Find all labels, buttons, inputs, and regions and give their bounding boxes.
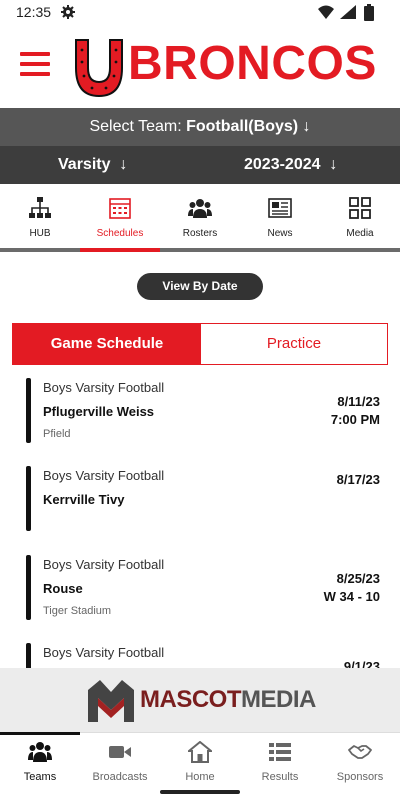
sponsor-name: MASCOTMEDIA — [140, 686, 316, 713]
bottom-tab-label: Home — [185, 771, 215, 783]
tab-label: HUB — [29, 228, 51, 239]
handshake-icon — [348, 745, 372, 759]
schedule-list[interactable]: Boys Varsity Football Pflugerville Weiss… — [0, 372, 400, 668]
level-select[interactable]: Varsity ↓ — [58, 156, 127, 174]
tab-media[interactable]: Media — [320, 184, 400, 248]
team-select[interactable]: Select Team: Football(Boys) ↓ — [0, 108, 400, 146]
section-tabs: HUB Schedules Rosters News Media — [0, 184, 400, 248]
game-opponent: Rouse — [43, 581, 83, 596]
bottom-tab-home[interactable]: Home — [160, 733, 240, 789]
gesture-bar[interactable] — [160, 790, 240, 794]
menu-icon[interactable] — [20, 52, 50, 76]
game-location: Tiger Stadium — [43, 605, 112, 617]
game-sport: Boys Varsity Football — [43, 468, 165, 483]
list-item[interactable]: Boys Varsity Football 9/1/23 — [0, 637, 400, 668]
tab-label: Schedules — [96, 228, 144, 239]
gear-icon — [61, 5, 75, 19]
game-schedule-tab[interactable]: Game Schedule — [13, 324, 201, 364]
newspaper-icon — [268, 198, 292, 218]
practice-tab[interactable]: Practice — [201, 324, 387, 364]
active-bottom-tab-indicator — [0, 732, 80, 735]
people-icon — [188, 199, 212, 218]
bottom-nav: Teams Broadcasts Home Results Sponsors — [0, 732, 400, 789]
team-select-prefix: Select Team: — [89, 118, 182, 135]
arrow-down-icon: ↓ — [302, 118, 311, 135]
arrow-down-icon: ↓ — [119, 156, 128, 173]
game-sport: Boys Varsity Football — [43, 645, 165, 660]
calendar-icon — [109, 198, 131, 219]
bottom-tab-broadcasts[interactable]: Broadcasts — [80, 733, 160, 789]
bottom-tab-teams[interactable]: Teams — [0, 733, 80, 789]
game-opponent: Pflugerville Weiss — [43, 404, 155, 419]
row-accent-bar — [26, 643, 31, 668]
arrow-down-icon: ↓ — [329, 156, 338, 173]
game-date: 9/1/23 — [343, 659, 380, 668]
mascot-media-logo-icon — [88, 680, 134, 722]
game-result: W 34 - 10 — [323, 589, 380, 604]
game-sport: Boys Varsity Football — [43, 557, 165, 572]
list-item[interactable]: Boys Varsity Football Rouse Tiger Stadiu… — [0, 549, 400, 637]
bottom-tab-label: Sponsors — [336, 771, 384, 783]
game-date: 8/17/23 — [336, 472, 380, 487]
bottom-tab-label: Broadcasts — [92, 771, 148, 783]
row-accent-bar — [26, 555, 31, 620]
status-time: 12:35 — [16, 4, 52, 20]
sponsor-banner[interactable]: MASCOTMEDIA — [0, 668, 400, 732]
list-item[interactable]: Boys Varsity Football Pflugerville Weiss… — [0, 372, 400, 460]
row-accent-bar — [26, 378, 31, 443]
schedule-type-toggle: Game Schedule Practice — [12, 323, 388, 365]
game-date: 8/11/23 — [337, 394, 380, 409]
team-select-value: Football(Boys) — [186, 118, 299, 135]
level-season-bar: Varsity ↓ 2023-2024 ↓ — [0, 146, 400, 184]
tab-rosters[interactable]: Rosters — [160, 184, 240, 248]
active-tab-indicator — [80, 248, 160, 252]
tab-label: News — [267, 228, 293, 239]
row-accent-bar — [26, 466, 31, 531]
tab-news[interactable]: News — [240, 184, 320, 248]
teams-icon — [28, 742, 52, 762]
bottom-tab-label: Teams — [23, 771, 57, 783]
game-opponent: Kerrville Tivy — [43, 492, 125, 507]
game-sport: Boys Varsity Football — [43, 380, 165, 395]
game-location: Pfield — [43, 428, 71, 440]
tab-label: Media — [346, 228, 374, 239]
battery-icon — [364, 4, 374, 21]
tab-label: Rosters — [182, 228, 218, 239]
game-time: 7:00 PM — [330, 412, 380, 427]
home-icon — [188, 741, 212, 763]
grid-icon — [349, 197, 371, 219]
tab-hub[interactable]: HUB — [0, 184, 80, 248]
horseshoe-logo-icon — [75, 39, 123, 98]
bottom-tab-label: Results — [261, 771, 299, 783]
tabs-divider — [0, 248, 400, 252]
bottom-tab-results[interactable]: Results — [240, 733, 320, 789]
video-camera-icon — [109, 746, 131, 758]
bottom-tab-sponsors[interactable]: Sponsors — [320, 733, 400, 789]
season-select[interactable]: 2023-2024 ↓ — [244, 156, 337, 174]
list-icon — [269, 743, 291, 761]
brand-title: BRONCOS — [128, 37, 377, 90]
status-bar: 12:35 — [0, 0, 400, 24]
tab-schedules[interactable]: Schedules — [80, 184, 160, 248]
list-item[interactable]: Boys Varsity Football Kerrville Tivy 8/1… — [0, 460, 400, 548]
wifi-icon — [318, 5, 334, 19]
game-date: 8/25/23 — [336, 571, 380, 586]
hierarchy-icon — [29, 197, 51, 218]
view-by-date-button[interactable]: View By Date — [137, 273, 263, 300]
signal-icon — [340, 5, 356, 19]
